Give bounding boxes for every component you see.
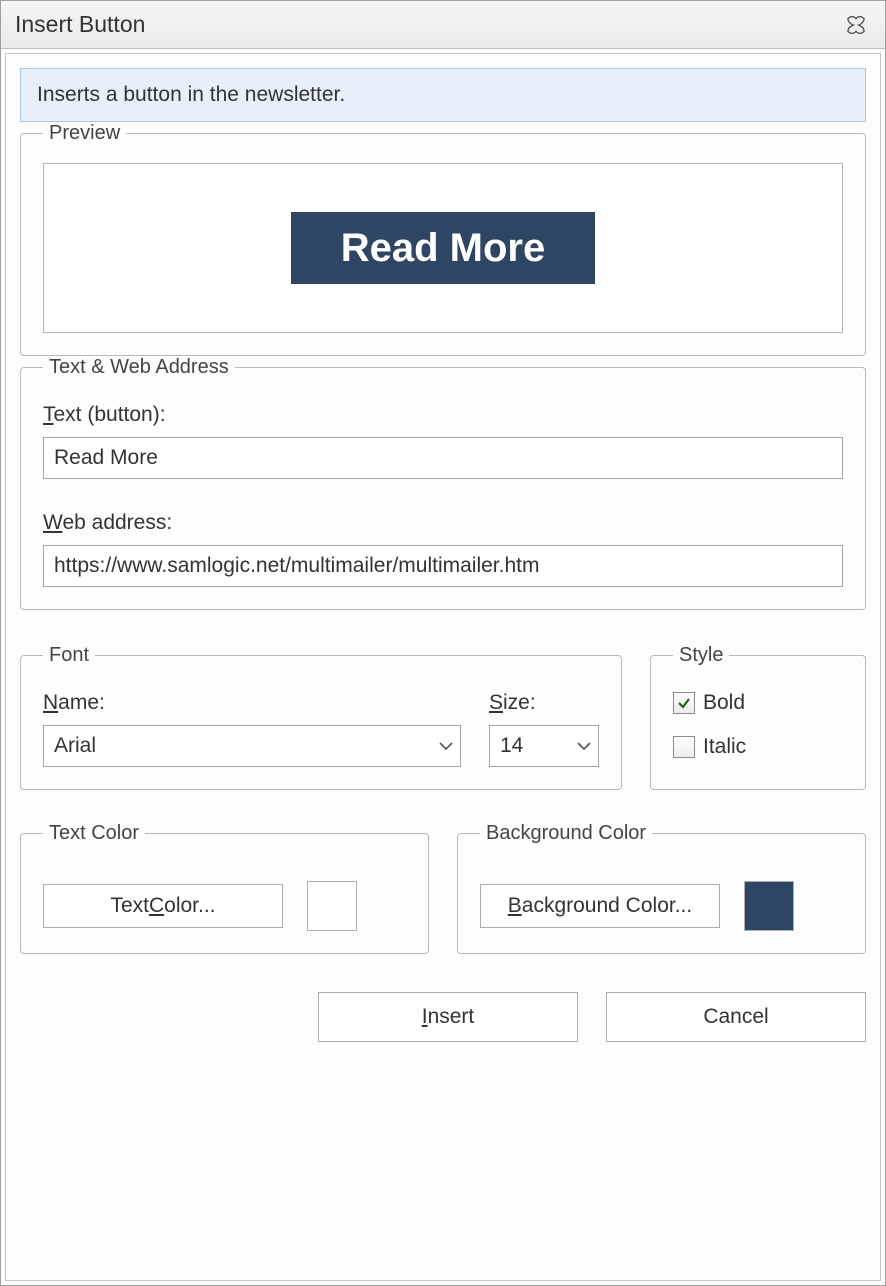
bold-checkbox-row[interactable]: Bold: [673, 691, 843, 715]
bold-label: Bold: [703, 691, 745, 715]
chevron-down-icon: [577, 741, 591, 751]
titlebar: Insert Button: [1, 1, 885, 49]
preview-legend: Preview: [43, 122, 126, 145]
insert-button[interactable]: Insert: [318, 992, 578, 1042]
text-color-button[interactable]: Text Color...: [43, 884, 283, 928]
font-size-combo[interactable]: 14: [489, 725, 599, 767]
web-address-label: Web address:: [43, 511, 843, 535]
background-color-legend: Background Color: [480, 822, 652, 845]
background-color-group: Background Color Background Color...: [457, 822, 866, 954]
cancel-button[interactable]: Cancel: [606, 992, 866, 1042]
description-text: Inserts a button in the newsletter.: [37, 83, 345, 106]
close-icon[interactable]: [841, 12, 871, 38]
preview-button: Read More: [291, 212, 596, 284]
text-color-group: Text Color Text Color...: [20, 822, 429, 954]
preview-canvas: Read More: [43, 163, 843, 333]
font-group: Font Name: Arial: [20, 644, 622, 790]
style-legend: Style: [673, 644, 729, 667]
font-legend: Font: [43, 644, 95, 667]
description-box: Inserts a button in the newsletter.: [20, 68, 866, 122]
text-color-legend: Text Color: [43, 822, 145, 845]
style-group: Style Bold Italic: [650, 644, 866, 790]
text-web-group: Text & Web Address Text (button): Web ad…: [20, 356, 866, 610]
bold-checkbox[interactable]: [673, 692, 695, 714]
web-address-input[interactable]: [43, 545, 843, 587]
text-button-input[interactable]: [43, 437, 843, 479]
insert-button-dialog: Insert Button Inserts a button in the ne…: [0, 0, 886, 1286]
italic-checkbox[interactable]: [673, 736, 695, 758]
text-button-label: Text (button):: [43, 403, 843, 427]
italic-checkbox-row[interactable]: Italic: [673, 735, 843, 759]
text-color-swatch: [307, 881, 357, 931]
background-color-swatch: [744, 881, 794, 931]
background-color-button[interactable]: Background Color...: [480, 884, 720, 928]
font-size-value: 14: [500, 734, 523, 758]
italic-label: Italic: [703, 735, 746, 759]
font-name-value: Arial: [54, 734, 96, 758]
chevron-down-icon: [439, 741, 453, 751]
font-name-combo[interactable]: Arial: [43, 725, 461, 767]
font-size-label: Size:: [489, 691, 599, 715]
text-web-legend: Text & Web Address: [43, 356, 235, 379]
preview-group: Preview Read More: [20, 122, 866, 356]
dialog-body: Inserts a button in the newsletter. Prev…: [5, 53, 881, 1281]
window-title: Insert Button: [15, 11, 841, 38]
font-name-label: Name:: [43, 691, 461, 715]
dialog-buttons: Insert Cancel: [20, 992, 866, 1042]
